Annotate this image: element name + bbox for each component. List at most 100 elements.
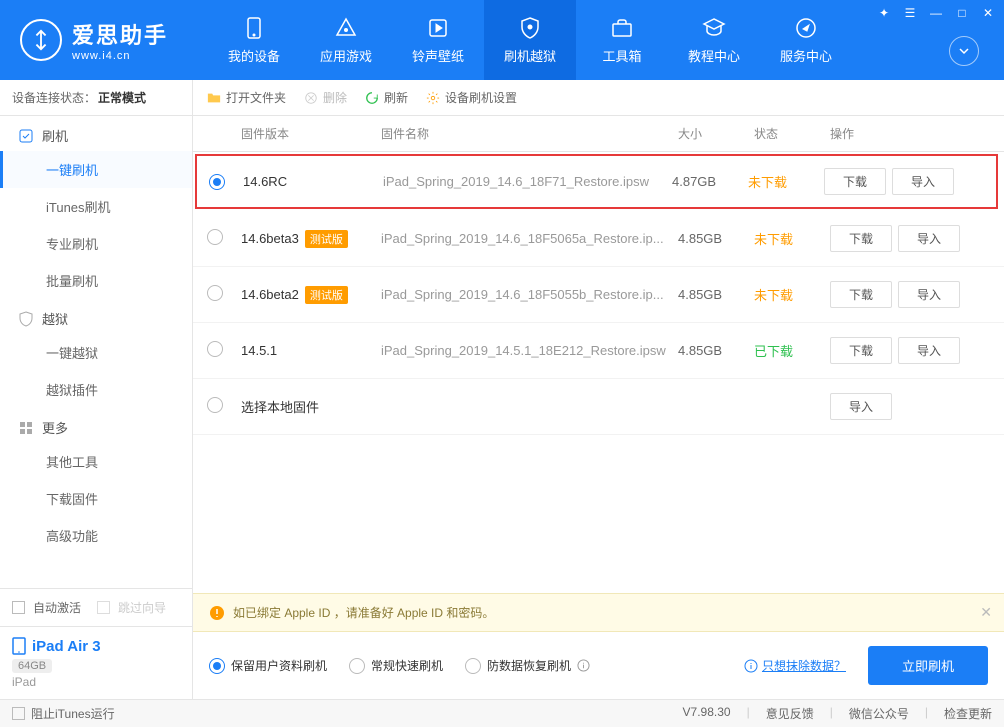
- nav-tab-edu[interactable]: 教程中心: [668, 0, 760, 80]
- connection-status: 设备连接状态： 正常模式: [0, 80, 192, 116]
- download-button[interactable]: 下载: [830, 225, 892, 252]
- refresh-icon: [365, 91, 379, 105]
- delete-button[interactable]: 删除: [304, 89, 347, 106]
- sidebar-section[interactable]: 越狱: [0, 299, 192, 334]
- firmware-version: 14.6RC: [243, 174, 287, 189]
- feedback-link[interactable]: 意见反馈: [766, 705, 814, 722]
- row-radio[interactable]: [207, 341, 223, 357]
- info-icon: [577, 659, 590, 672]
- maximize-icon[interactable]: □: [954, 6, 970, 20]
- sidebar-item[interactable]: 越狱插件: [0, 371, 192, 408]
- table-header: 固件版本 固件名称 大小 状态 操作: [193, 116, 1004, 152]
- app-subtitle: www.i4.cn: [72, 50, 168, 62]
- settings-button[interactable]: 设备刷机设置: [426, 89, 517, 106]
- device-info: iPad Air 3 64GB iPad: [0, 626, 192, 699]
- gear-icon: [426, 91, 440, 105]
- delete-icon: [304, 91, 318, 105]
- device-icon: [242, 16, 266, 40]
- nav-tab-shield[interactable]: 刷机越狱: [484, 0, 576, 80]
- warning-icon: [209, 605, 225, 621]
- firmware-name: iPad_Spring_2019_14.6_18F71_Restore.ipsw: [383, 174, 672, 189]
- device-name[interactable]: iPad Air 3: [12, 637, 180, 655]
- logo-icon: [20, 19, 62, 61]
- close-warning-icon[interactable]: ✕: [980, 604, 992, 621]
- flash-option[interactable]: 防数据恢复刷机: [465, 657, 590, 674]
- nav-tab-app[interactable]: 应用游戏: [300, 0, 392, 80]
- app-header: 爱思助手 www.i4.cn 我的设备应用游戏铃声壁纸刷机越狱工具箱教程中心服务…: [0, 0, 1004, 80]
- download-button[interactable]: 下载: [830, 337, 892, 364]
- flash-button[interactable]: 立即刷机: [868, 646, 988, 685]
- firmware-row[interactable]: 14.6RC iPad_Spring_2019_14.6_18F71_Restor…: [195, 154, 998, 209]
- version-label: V7.98.30: [683, 705, 731, 722]
- sidebar-item[interactable]: 批量刷机: [0, 262, 192, 299]
- row-radio[interactable]: [207, 229, 223, 245]
- firmware-version: 14.6beta2: [241, 287, 299, 302]
- footer: 阻止iTunes运行 V7.98.30 | 意见反馈 | 微信公众号 | 检查更…: [0, 699, 1004, 727]
- auto-activate-checkbox[interactable]: [12, 601, 25, 614]
- nav-tab-music[interactable]: 铃声壁纸: [392, 0, 484, 80]
- firmware-size: 4.85GB: [678, 343, 754, 358]
- beta-tag: 测试版: [305, 230, 348, 248]
- star-icon[interactable]: ✦: [876, 6, 892, 20]
- sidebar-item[interactable]: 一键越狱: [0, 334, 192, 371]
- chevron-down-icon: [958, 45, 970, 57]
- row-radio[interactable]: [209, 174, 225, 190]
- sidebar-item[interactable]: 专业刷机: [0, 225, 192, 262]
- nav-tab-device[interactable]: 我的设备: [208, 0, 300, 80]
- sidebar-item[interactable]: 其他工具: [0, 443, 192, 480]
- import-button[interactable]: 导入: [830, 393, 892, 420]
- erase-data-link[interactable]: 只想抹除数据？: [744, 657, 846, 674]
- firmware-name: iPad_Spring_2019_14.6_18F5055b_Restore.i…: [381, 287, 678, 302]
- device-storage: 64GB: [12, 659, 52, 673]
- block-itunes-checkbox[interactable]: [12, 707, 25, 720]
- main-panel: 打开文件夹 删除 刷新 设备刷机设置 固件版本 固件名称 大小 状态 操作 14…: [193, 80, 1004, 699]
- firmware-status: 未下载: [754, 285, 830, 304]
- action-bar: 保留用户资料刷机 常规快速刷机 防数据恢复刷机 只想抹除数据？ 立即刷机: [193, 632, 1004, 699]
- row-radio[interactable]: [207, 285, 223, 301]
- auto-activate-row: 自动激活 跳过向导: [0, 588, 192, 626]
- firmware-row[interactable]: 选择本地固件导入: [193, 379, 1004, 435]
- nav-tab-toolbox[interactable]: 工具箱: [576, 0, 668, 80]
- import-button[interactable]: 导入: [898, 337, 960, 364]
- minimize-icon[interactable]: —: [928, 6, 944, 20]
- shield-icon: [518, 16, 542, 40]
- firmware-size: 4.85GB: [678, 231, 754, 246]
- firmware-row[interactable]: 14.5.1iPad_Spring_2019_14.5.1_18E212_Res…: [193, 323, 1004, 379]
- download-button[interactable]: 下载: [830, 281, 892, 308]
- sidebar-section[interactable]: 更多: [0, 408, 192, 443]
- wechat-link[interactable]: 微信公众号: [849, 705, 909, 722]
- firmware-row[interactable]: 14.6beta3 测试版 iPad_Spring_2019_14.6_18F506…: [193, 211, 1004, 267]
- import-button[interactable]: 导入: [898, 225, 960, 252]
- dropdown-button[interactable]: [949, 36, 979, 66]
- logo-area: 爱思助手 www.i4.cn: [0, 18, 188, 62]
- flash-option[interactable]: 常规快速刷机: [349, 657, 443, 674]
- menu-icon[interactable]: ☰: [902, 6, 918, 20]
- refresh-button[interactable]: 刷新: [365, 89, 408, 106]
- edu-icon: [702, 16, 726, 40]
- close-icon[interactable]: ✕: [980, 6, 996, 20]
- beta-tag: 测试版: [305, 286, 348, 304]
- flash-option[interactable]: 保留用户资料刷机: [209, 657, 327, 674]
- sidebar-item[interactable]: 下载固件: [0, 480, 192, 517]
- app-title: 爱思助手: [72, 23, 168, 48]
- sidebar-section[interactable]: 刷机: [0, 116, 192, 151]
- sidebar-item[interactable]: 高级功能: [0, 517, 192, 554]
- import-button[interactable]: 导入: [892, 168, 954, 195]
- skip-guide-checkbox[interactable]: [97, 601, 110, 614]
- nav-tab-compass[interactable]: 服务中心: [760, 0, 852, 80]
- info-icon: [744, 659, 758, 673]
- app-icon: [334, 16, 358, 40]
- window-controls: ✦ ☰ — □ ✕: [876, 6, 996, 20]
- open-folder-button[interactable]: 打开文件夹: [207, 89, 286, 106]
- firmware-name: iPad_Spring_2019_14.6_18F5065a_Restore.i…: [381, 231, 678, 246]
- firmware-version: 14.6beta3: [241, 231, 299, 246]
- import-button[interactable]: 导入: [898, 281, 960, 308]
- sidebar-item[interactable]: 一键刷机: [0, 151, 192, 188]
- toolbar: 打开文件夹 删除 刷新 设备刷机设置: [193, 80, 1004, 116]
- update-link[interactable]: 检查更新: [944, 705, 992, 722]
- firmware-status: 未下载: [748, 172, 824, 191]
- download-button[interactable]: 下载: [824, 168, 886, 195]
- row-radio[interactable]: [207, 397, 223, 413]
- sidebar-item[interactable]: iTunes刷机: [0, 188, 192, 225]
- firmware-row[interactable]: 14.6beta2 测试版 iPad_Spring_2019_14.6_18F505…: [193, 267, 1004, 323]
